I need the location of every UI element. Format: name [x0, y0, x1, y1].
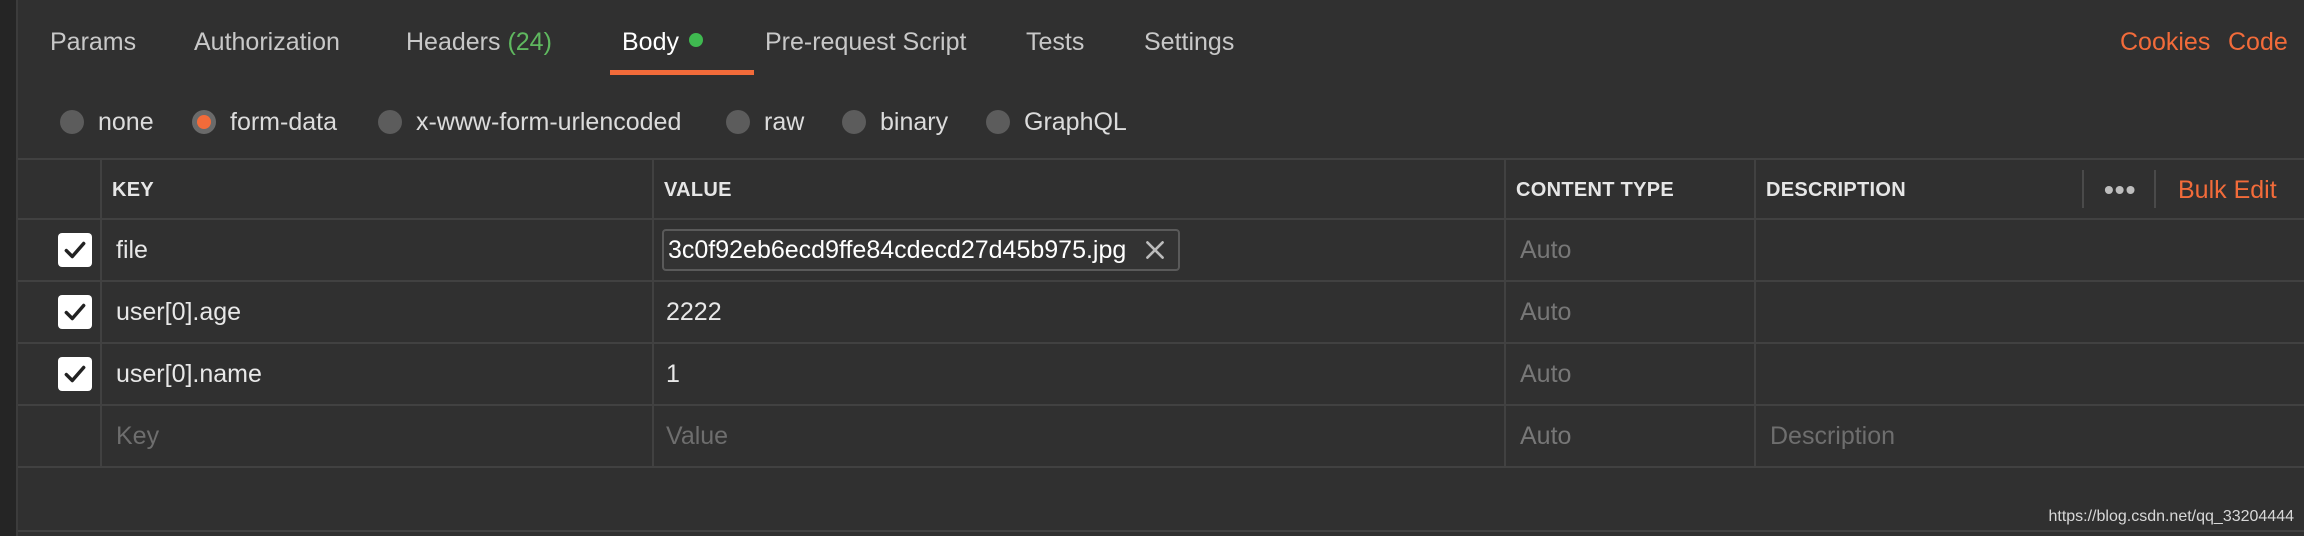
file-name: 3c0f92eb6ecd9ffe84cdecd27d45b975.jpg — [668, 235, 1127, 264]
radio-circle-icon — [60, 110, 84, 134]
new-content-type-cell[interactable]: Auto — [1520, 406, 1571, 466]
bottom-divider — [18, 530, 2304, 532]
header-content-type: CONTENT TYPE — [1516, 178, 1675, 201]
code-link[interactable]: Code — [2228, 28, 2288, 57]
left-edge — [0, 0, 18, 536]
value-cell[interactable]: 3c0f92eb6ecd9ffe84cdecd27d45b975.jpg — [662, 220, 1181, 280]
radio-x-www-form-urlencoded[interactable]: x-www-form-urlencoded — [378, 102, 681, 142]
radio-form-data[interactable]: form-data — [192, 102, 337, 142]
table-header-row: KEY VALUE CONTENT TYPE DESCRIPTION ••• B… — [18, 158, 2304, 220]
tab-headers[interactable]: Headers (24) — [406, 28, 552, 57]
more-options-icon[interactable]: ••• — [2104, 160, 2136, 220]
table-row: user[0].name 1 Auto — [18, 344, 2304, 406]
bulk-edit-link[interactable]: Bulk Edit — [2178, 160, 2277, 220]
headers-count-badge: (24) — [507, 28, 552, 56]
radio-circle-icon — [726, 110, 750, 134]
header-value: VALUE — [664, 178, 732, 201]
tab-settings[interactable]: Settings — [1144, 28, 1234, 57]
active-tab-indicator — [610, 70, 754, 75]
value-cell[interactable]: 2222 — [666, 282, 722, 342]
content-type-cell[interactable]: Auto — [1520, 282, 1571, 342]
tab-tests[interactable]: Tests — [1026, 28, 1084, 57]
request-body-panel: Params Authorization Headers (24) Body P… — [0, 0, 2304, 536]
checkmark-icon — [58, 233, 92, 267]
cookies-link[interactable]: Cookies — [2120, 28, 2210, 57]
table-row: file 3c0f92eb6ecd9ffe84cdecd27d45b975.jp… — [18, 220, 2304, 282]
header-description: DESCRIPTION — [1766, 178, 1906, 201]
radio-none[interactable]: none — [60, 102, 154, 142]
radio-raw[interactable]: raw — [726, 102, 804, 142]
header-key: KEY — [112, 178, 155, 201]
tab-params[interactable]: Params — [50, 28, 136, 57]
new-key-input[interactable]: Key — [116, 406, 159, 466]
table-row: user[0].age 2222 Auto — [18, 282, 2304, 344]
watermark: https://blog.csdn.net/qq_33204444 — [2048, 508, 2294, 525]
tab-authorization[interactable]: Authorization — [194, 28, 340, 57]
key-cell[interactable]: user[0].age — [116, 282, 241, 342]
radio-circle-icon — [842, 110, 866, 134]
tab-pre-request-script[interactable]: Pre-request Script — [765, 28, 966, 57]
checkmark-icon — [58, 295, 92, 329]
row-checkbox[interactable] — [58, 220, 92, 280]
tab-body[interactable]: Body — [622, 28, 703, 57]
key-cell[interactable]: user[0].name — [116, 344, 262, 404]
request-tabs: Params Authorization Headers (24) Body P… — [18, 0, 2304, 78]
content-type-cell[interactable]: Auto — [1520, 344, 1571, 404]
new-value-input[interactable]: Value — [666, 406, 728, 466]
value-cell[interactable]: 1 — [666, 344, 680, 404]
radio-graphql[interactable]: GraphQL — [986, 102, 1127, 142]
body-active-dot-icon — [688, 33, 703, 47]
key-cell[interactable]: file — [116, 220, 148, 280]
new-description-input[interactable]: Description — [1770, 406, 1895, 466]
remove-file-icon[interactable] — [1142, 237, 1168, 263]
row-checkbox[interactable] — [58, 344, 92, 404]
radio-binary[interactable]: binary — [842, 102, 948, 142]
radio-selected-icon — [192, 110, 216, 134]
file-chip: 3c0f92eb6ecd9ffe84cdecd27d45b975.jpg — [662, 229, 1181, 271]
radio-circle-icon — [378, 110, 402, 134]
row-checkbox[interactable] — [58, 282, 92, 342]
radio-circle-icon — [986, 110, 1010, 134]
checkmark-icon — [58, 357, 92, 391]
body-type-selector: none form-data x-www-form-urlencoded raw… — [18, 92, 2304, 152]
content-type-cell[interactable]: Auto — [1520, 220, 1571, 280]
new-row: Key Value Auto Description — [18, 406, 2304, 468]
